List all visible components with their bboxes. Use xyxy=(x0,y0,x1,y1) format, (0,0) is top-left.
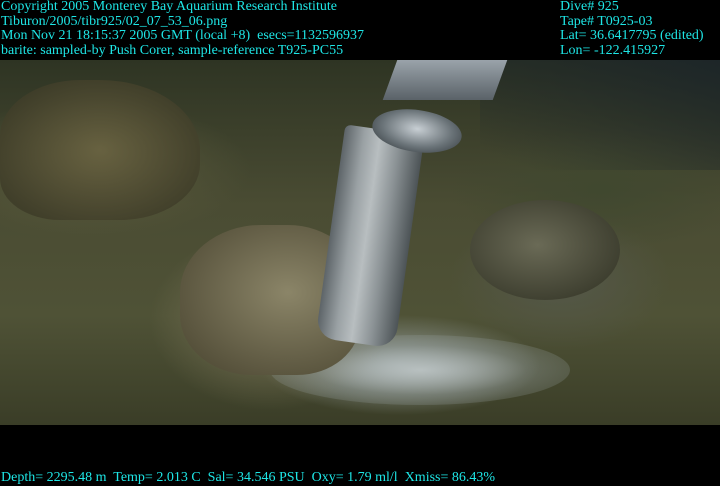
copyright-text: Copyright 2005 Monterey Bay Aquarium Res… xyxy=(1,0,337,14)
sample-text: barite: sampled-by Push Corer, sample-re… xyxy=(1,42,344,58)
timestamp-text: Mon Nov 21 18:15:37 2005 GMT (local +8) … xyxy=(1,28,365,43)
push-core-tube xyxy=(315,124,425,349)
longitude-text: Lon= -122.415927 xyxy=(560,42,666,58)
manipulator-arm xyxy=(382,60,508,100)
rock-outcrop-right xyxy=(470,200,620,300)
video-frame: Copyright 2005 Monterey Bay Aquarium Res… xyxy=(0,0,720,486)
dive-text: Dive# 925 xyxy=(560,0,619,14)
filename-text: Tiburon/2005/tibr925/02_07_53_06.png xyxy=(1,13,228,29)
latitude-text: Lat= 36.6417795 (edited) xyxy=(560,28,704,43)
seafloor-scene xyxy=(0,60,720,425)
metadata-overlay-right: Dive# 925 Tape# T0925-03 Lat= 36.6417795 (… xyxy=(560,0,704,58)
shadow xyxy=(480,60,720,170)
metadata-overlay-left: Copyright 2005 Monterey Bay Aquarium Res… xyxy=(1,0,364,58)
sensor-readout: Depth= 2295.48 m Temp= 2.013 C Sal= 34.5… xyxy=(1,470,496,485)
tape-text: Tape# T0925-03 xyxy=(560,13,653,29)
rock-outcrop-left xyxy=(0,80,200,220)
